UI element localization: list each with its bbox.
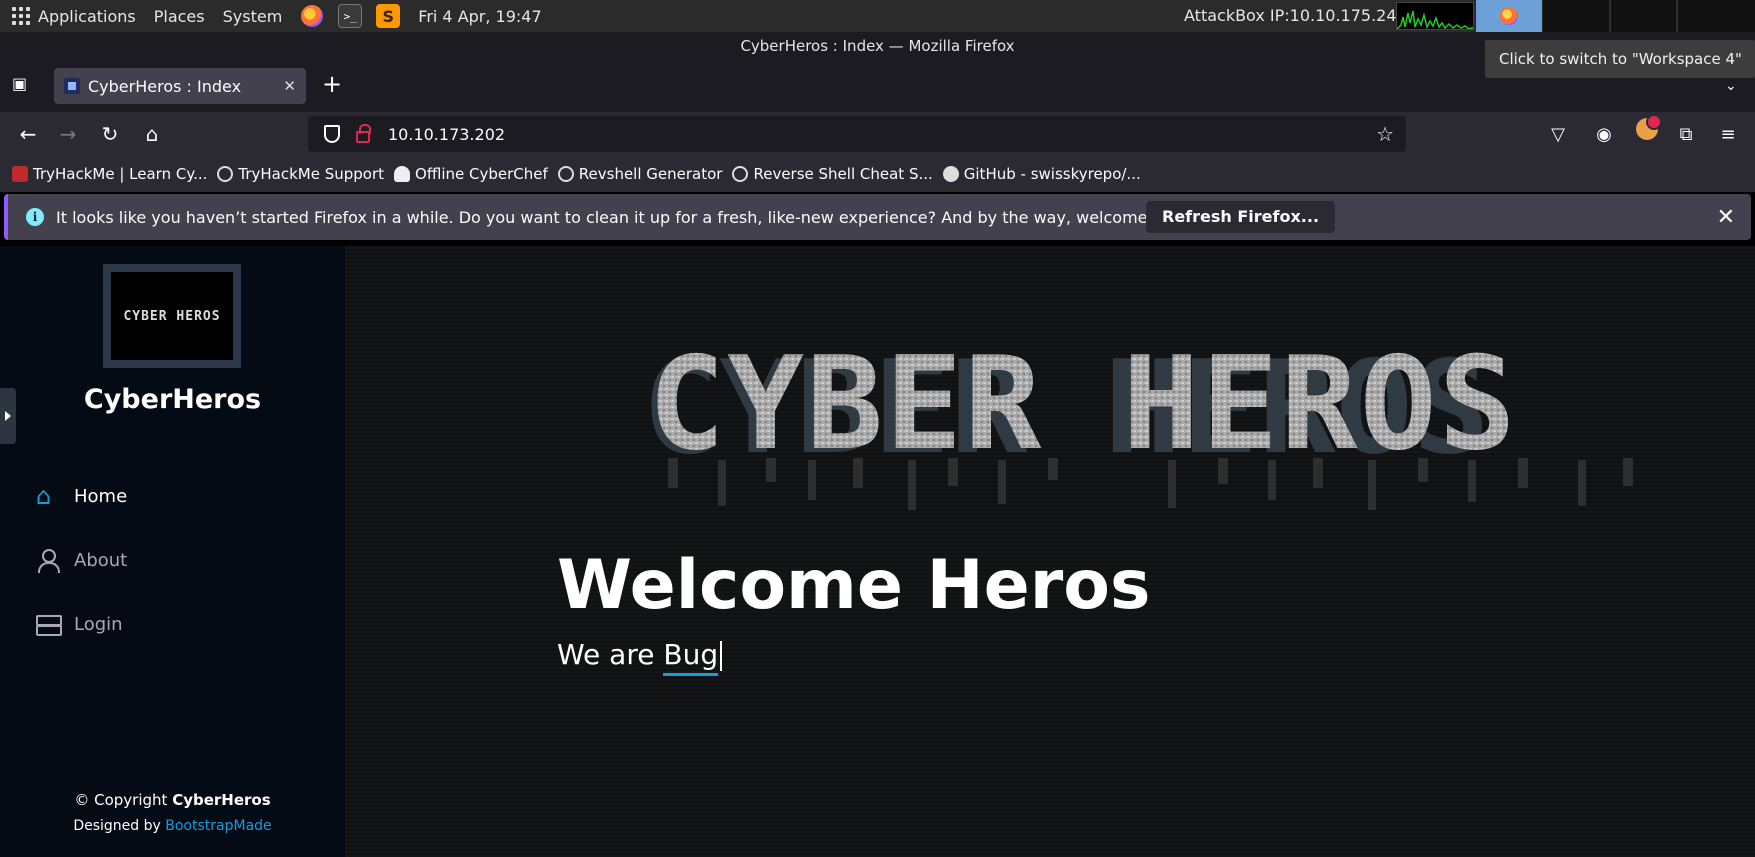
tryhackme-icon — [12, 166, 28, 182]
refresh-notification-bar: i It looks like you haven’t started Fire… — [4, 194, 1751, 240]
hero-subtitle: We are Bug — [557, 638, 723, 676]
bookmark-label: TryHackMe Support — [238, 165, 385, 183]
menu-system[interactable]: System — [223, 7, 283, 26]
sublime-text-launcher-icon[interactable]: S — [376, 4, 401, 28]
site-favicon-icon — [64, 78, 80, 94]
nav-home[interactable]: ⌂ Home — [36, 464, 127, 528]
bookmark-label: Revshell Generator — [578, 165, 723, 183]
bookmark-label: TryHackMe | Learn Cy... — [33, 165, 208, 183]
globe-icon — [557, 166, 574, 182]
workspace-4[interactable] — [1677, 0, 1755, 32]
home-icon[interactable]: ⌂ — [138, 120, 166, 148]
subtitle-prefix: We are — [557, 638, 664, 671]
firefox-icon — [1500, 7, 1518, 25]
account-icon[interactable]: ◉ — [1592, 122, 1616, 146]
menu-applications[interactable]: Applications — [38, 7, 136, 26]
cyberheros-glitch-logo: CYBER HEROS CYBER HEROS — [648, 340, 1633, 510]
bookmark-label: GitHub - swisskyrepo/... — [963, 165, 1141, 183]
tab-cyberheros-index[interactable]: CyberHeros : Index ✕ — [54, 68, 306, 104]
side-nav: ⌂ Home About Login — [36, 464, 127, 656]
firefox-icon — [301, 5, 324, 27]
url-bar[interactable]: 10.10.173.202 ☆ — [308, 116, 1406, 152]
close-tab-icon[interactable]: ✕ — [283, 77, 296, 95]
insecure-lock-icon[interactable] — [356, 124, 371, 143]
chef-hat-icon — [394, 166, 411, 182]
firefox-launcher[interactable] — [300, 4, 324, 28]
navigation-toolbar: ← → ↻ ⌂ 10.10.173.202 ☆ ▽ ◉ ⧉ ≡ — [0, 112, 1755, 156]
github-icon — [942, 166, 959, 182]
bootstrapmade-link[interactable]: BootstrapMade — [165, 818, 271, 834]
bookmark-star-icon[interactable]: ☆ — [1376, 122, 1394, 146]
apps-grid-icon[interactable] — [12, 7, 30, 25]
credits-line: Designed by BootstrapMade — [0, 813, 345, 839]
tab-label: CyberHeros : Index — [88, 76, 242, 96]
terminal-launcher-icon[interactable]: >_ — [338, 4, 363, 28]
bookmark-revshell[interactable]: Revshell Generator — [557, 165, 723, 183]
logo-text: CYBER HEROS — [123, 308, 221, 324]
bookmark-tryhackme-support[interactable]: TryHackMe Support — [217, 165, 384, 183]
site-sidebar: CYBER HEROS CyberHeros ⌂ Home About Logi… — [0, 246, 345, 857]
copyright-name: CyberHeros — [172, 791, 271, 809]
system-monitor-graph[interactable] — [1396, 2, 1474, 30]
os-top-panel: Applications Places System >_ S Fri 4 Ap… — [0, 0, 1755, 32]
bookmark-cyberchef[interactable]: Offline CyberChef — [394, 165, 548, 183]
forward-arrow-icon[interactable]: → — [54, 120, 82, 148]
notification-message: It looks like you haven’t started Firefo… — [56, 207, 1198, 227]
sidebar-toggle-handle[interactable] — [0, 388, 16, 444]
extensions-puzzle-icon[interactable]: ⧉ — [1674, 122, 1698, 146]
extension-icon[interactable] — [1636, 114, 1662, 140]
bookmark-reverse-shell-cheat[interactable]: Reverse Shell Cheat S... — [732, 165, 933, 183]
hamburger-menu-icon[interactable]: ≡ — [1716, 122, 1740, 146]
copyright-prefix: © Copyright — [74, 791, 173, 809]
typed-text: Bug — [663, 638, 719, 676]
close-notification-icon[interactable]: ✕ — [1717, 205, 1735, 230]
nav-about[interactable]: About — [36, 528, 127, 592]
site-footer: © Copyright CyberHeros Designed by Boots… — [0, 787, 345, 839]
designed-prefix: Designed by — [73, 818, 166, 834]
refresh-firefox-button[interactable]: Refresh Firefox... — [1146, 201, 1336, 233]
clock[interactable]: Fri 4 Apr, 19:47 — [418, 7, 541, 26]
firefox-view-icon[interactable]: ▣ — [12, 74, 34, 96]
attackbox-ip: AttackBox IP:10.10.175.241 — [1184, 6, 1407, 25]
pocket-icon[interactable]: ▽ — [1546, 122, 1570, 146]
logo-main-text: CYBER HEROS — [648, 340, 1518, 479]
back-arrow-icon[interactable]: ← — [14, 120, 42, 148]
site-brand[interactable]: CyberHeros — [0, 384, 345, 415]
site-logo[interactable]: CYBER HEROS — [103, 264, 241, 368]
hero-section: CYBER HEROS CYBER HEROS Welcome Heros We… — [345, 246, 1755, 857]
bookmark-label: Offline CyberChef — [415, 165, 548, 183]
server-icon — [36, 612, 62, 636]
workspace-1[interactable] — [1476, 0, 1542, 32]
cloud-icon — [217, 166, 234, 182]
typing-cursor — [720, 641, 723, 671]
nav-label: Login — [74, 613, 123, 635]
bookmark-tryhackme[interactable]: TryHackMe | Learn Cy... — [12, 165, 207, 183]
bookmark-label: Reverse Shell Cheat S... — [753, 165, 933, 183]
workspace-tooltip: Click to switch to "Workspace 4" — [1485, 40, 1755, 78]
menu-places[interactable]: Places — [154, 7, 205, 26]
nav-login[interactable]: Login — [36, 592, 127, 656]
web-page: CYBER HEROS CyberHeros ⌂ Home About Logi… — [0, 246, 1755, 857]
new-tab-icon[interactable]: + — [322, 72, 342, 96]
nav-label: Home — [74, 485, 128, 507]
tracking-shield-icon[interactable] — [324, 125, 340, 143]
home-icon: ⌂ — [36, 482, 52, 510]
copyright-line: © Copyright CyberHeros — [0, 787, 345, 813]
chevron-down-icon[interactable]: ⌄ — [1725, 78, 1737, 94]
url-text[interactable]: 10.10.173.202 — [388, 125, 505, 144]
workspace-2[interactable] — [1543, 0, 1609, 32]
person-icon — [36, 548, 60, 573]
bookmarks-toolbar: TryHackMe | Learn Cy... TryHackMe Suppor… — [0, 156, 1755, 192]
reload-icon[interactable]: ↻ — [96, 120, 124, 148]
hero-title: Welcome Heros — [557, 546, 1151, 625]
workspace-3[interactable] — [1610, 0, 1676, 32]
info-icon: i — [26, 208, 44, 226]
bookmark-github[interactable]: GitHub - swisskyrepo/... — [942, 165, 1141, 183]
globe-icon — [732, 166, 749, 182]
nav-label: About — [74, 549, 128, 571]
